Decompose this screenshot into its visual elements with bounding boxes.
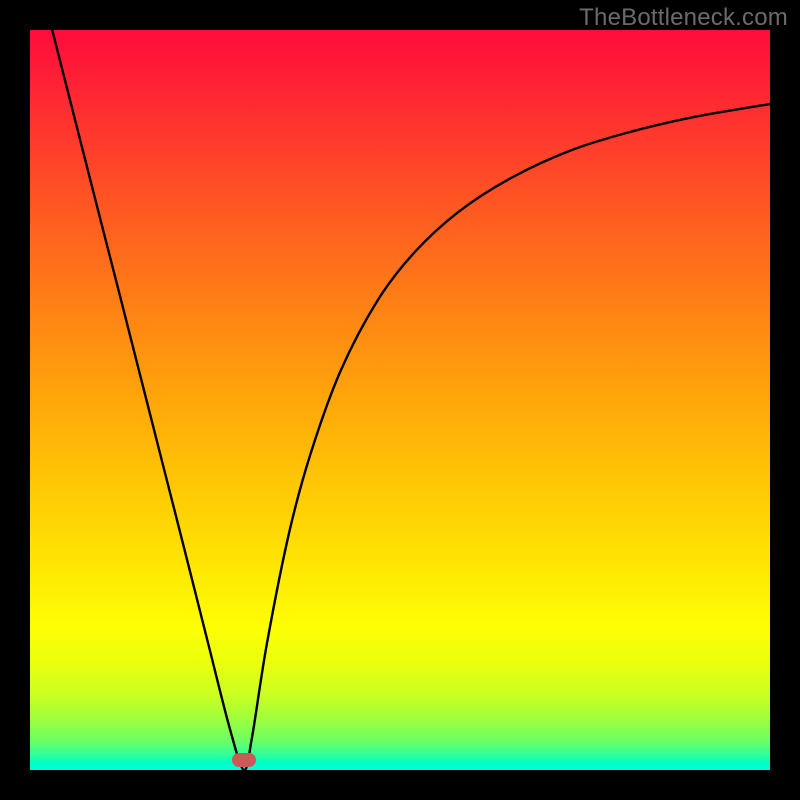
chart-frame: TheBottleneck.com <box>0 0 800 800</box>
bottleneck-curve <box>30 30 770 770</box>
optimal-point-marker <box>232 753 256 767</box>
watermark-text: TheBottleneck.com <box>579 4 788 32</box>
plot-area <box>30 30 770 770</box>
